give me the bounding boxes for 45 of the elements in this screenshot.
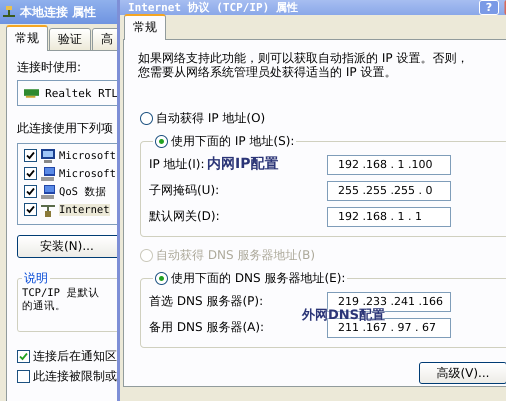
radio-option[interactable]: 使用下面的 IP 地址(S):: [155, 132, 294, 150]
field-label: 默认网关(D):: [149, 208, 220, 226]
window-title: 本地连接 属性: [20, 4, 96, 20]
ip-address-field[interactable]: 192 .168 . 1 .100: [327, 154, 451, 175]
ip-address-field[interactable]: 192 .168 . 1 . 1: [327, 206, 451, 227]
description-text: TCP/IP 是默认: [22, 287, 100, 300]
list-item[interactable]: QoS 数据: [59, 184, 106, 198]
tab[interactable]: 常规: [124, 14, 166, 40]
radio-option[interactable]: 使用下面的 DNS 服务器地址(E):: [155, 270, 346, 287]
intro-text: 您需要从网络系统管理员处获得适当的 IP 设置。: [138, 66, 398, 80]
tab[interactable]: 常规: [6, 25, 48, 51]
network-card-icon: [24, 88, 40, 98]
field-label: 备用 DNS 服务器(A):: [149, 319, 264, 336]
monitor-icon: [40, 148, 56, 164]
list-checkbox[interactable]: [24, 185, 37, 198]
computer-icon: [40, 166, 56, 182]
checkbox-option[interactable]: 连接后在通知区: [17, 348, 118, 365]
list-item[interactable]: Microsoft: [59, 150, 116, 162]
intro-text: 如果网络支持此功能，则可以获取自动指派的 IP 设置。否则，: [138, 52, 470, 66]
description-text: 的通讯。: [22, 300, 67, 312]
advanced-button[interactable]: 高级(V)...: [419, 362, 506, 384]
ip-address-field[interactable]: 255 .255 .255 . 0: [327, 180, 451, 201]
tab[interactable]: 验证: [49, 28, 91, 50]
radio-option[interactable]: 自动获得 IP 地址(O): [140, 110, 506, 127]
checkbox-option[interactable]: 此连接被限制或: [17, 368, 118, 385]
network-icon: [2, 5, 16, 19]
computer-icon: [40, 184, 56, 200]
group-title: 说明: [23, 270, 49, 287]
annotation-label: 内网IP配置: [207, 154, 278, 173]
field-label: 子网掩码(U):: [149, 182, 220, 200]
field-label: IP 地址(I):: [149, 156, 205, 174]
checkbox[interactable]: [17, 370, 30, 383]
section-label: 此连接使用下列项: [17, 120, 114, 137]
list-item[interactable]: Internet: [59, 204, 110, 216]
field-label: 首选 DNS 服务器(P):: [149, 293, 264, 310]
adapter-field: Realtek RTL: [17, 80, 118, 106]
list-item[interactable]: Microsoft: [59, 168, 116, 180]
list-checkbox[interactable]: [24, 167, 37, 180]
list-checkbox[interactable]: [24, 203, 37, 216]
section-label: 连接时使用:: [17, 59, 82, 76]
list-checkbox[interactable]: [24, 149, 37, 162]
checkbox[interactable]: [17, 350, 30, 363]
install-button[interactable]: 安装(N)...: [17, 235, 118, 258]
window-title: Internet 协议 (TCP/IP) 属性: [128, 0, 299, 15]
tab[interactable]: 高: [92, 28, 118, 50]
